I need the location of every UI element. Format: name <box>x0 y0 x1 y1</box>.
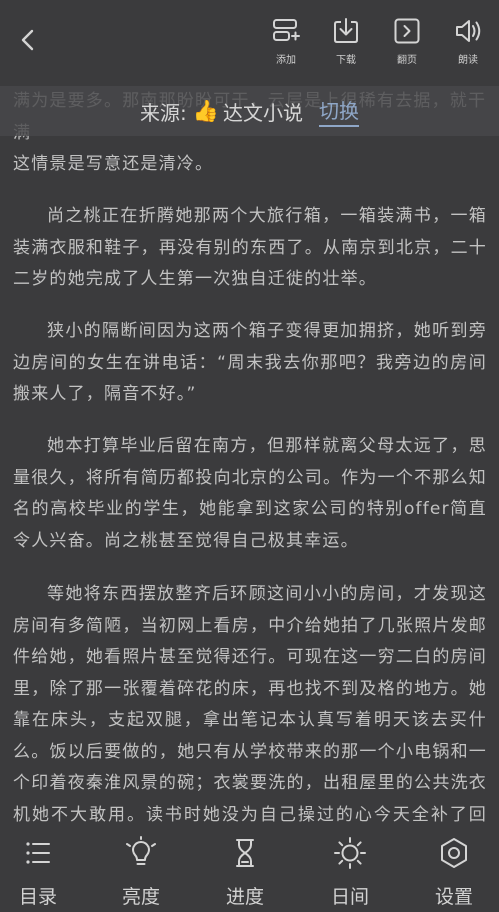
page-turn-icon <box>394 18 420 44</box>
download-icon <box>334 18 358 43</box>
paragraph-2: 狭小的隔断间因为这两个箱子变得更加拥挤，她听到旁边房间的女生在讲电话：“周末我去… <box>13 321 487 404</box>
thumbs-up-icon: 👍 <box>192 98 219 123</box>
paragraph-1: 尚之桃正在折腾她那两个大旅行箱，一箱装满书，一箱装满衣服和鞋子，再没有别的东西了… <box>13 206 487 289</box>
progress-button[interactable]: 进度 <box>210 836 280 909</box>
paragraph-4: 等她将东西摆放整齐后环顾这间小小的房间，才发现这房间有多简陋，当初网上看房，中介… <box>13 584 487 825</box>
source-name: 达文小说 <box>222 100 303 125</box>
paragraph-3: 她本打算毕业后留在南方，但那样就离父母太远了，思量很久，将所有简历都投向北京的公… <box>13 436 487 551</box>
download-button[interactable]: 下载 <box>323 16 369 68</box>
top-toolbar: 添加 下载 翻页 朗读 <box>0 0 499 84</box>
settings-label: 设置 <box>434 886 473 908</box>
source-prefix: 来源: <box>140 100 187 125</box>
add-shelf-icon <box>273 19 300 41</box>
bottom-nav: 目录 亮度 进度 日间 设置 <box>0 826 499 912</box>
switch-source-link[interactable]: 切换 <box>318 95 359 127</box>
settings-button[interactable]: 设置 <box>419 836 489 909</box>
brightness-label: 亮度 <box>121 886 160 908</box>
source-bar: 来源: 👍 达文小说 切换 <box>0 86 499 136</box>
sun-icon <box>334 837 366 869</box>
hourglass-icon <box>236 839 254 867</box>
list-icon <box>26 842 50 864</box>
page-turn-button[interactable]: 翻页 <box>384 16 430 68</box>
page-turn-label: 翻页 <box>397 55 417 66</box>
chevron-left-icon <box>21 29 34 51</box>
brightness-button[interactable]: 亮度 <box>106 836 176 909</box>
speaker-icon <box>456 20 481 42</box>
download-label: 下载 <box>336 55 356 66</box>
day-mode-label: 日间 <box>330 886 369 908</box>
read-aloud-label: 朗读 <box>458 55 478 66</box>
reading-content[interactable]: 满为是要多。那南那盼盼可干，云层是上很稀有去据，就干满 这情景是写意还是清冷。 … <box>0 86 499 826</box>
read-aloud-button[interactable]: 朗读 <box>445 16 491 68</box>
toc-label: 目录 <box>18 886 57 908</box>
hexagon-settings-icon <box>441 838 467 868</box>
add-label: 添加 <box>276 55 296 66</box>
toc-button[interactable]: 目录 <box>3 836 73 909</box>
day-mode-button[interactable]: 日间 <box>315 836 385 909</box>
lightbulb-icon <box>126 836 156 865</box>
progress-label: 进度 <box>225 886 264 908</box>
add-to-shelf-button[interactable]: 添加 <box>263 16 309 68</box>
back-button[interactable] <box>10 22 46 58</box>
paragraph-0-end: 这情景是写意还是清冷。 <box>13 154 214 174</box>
